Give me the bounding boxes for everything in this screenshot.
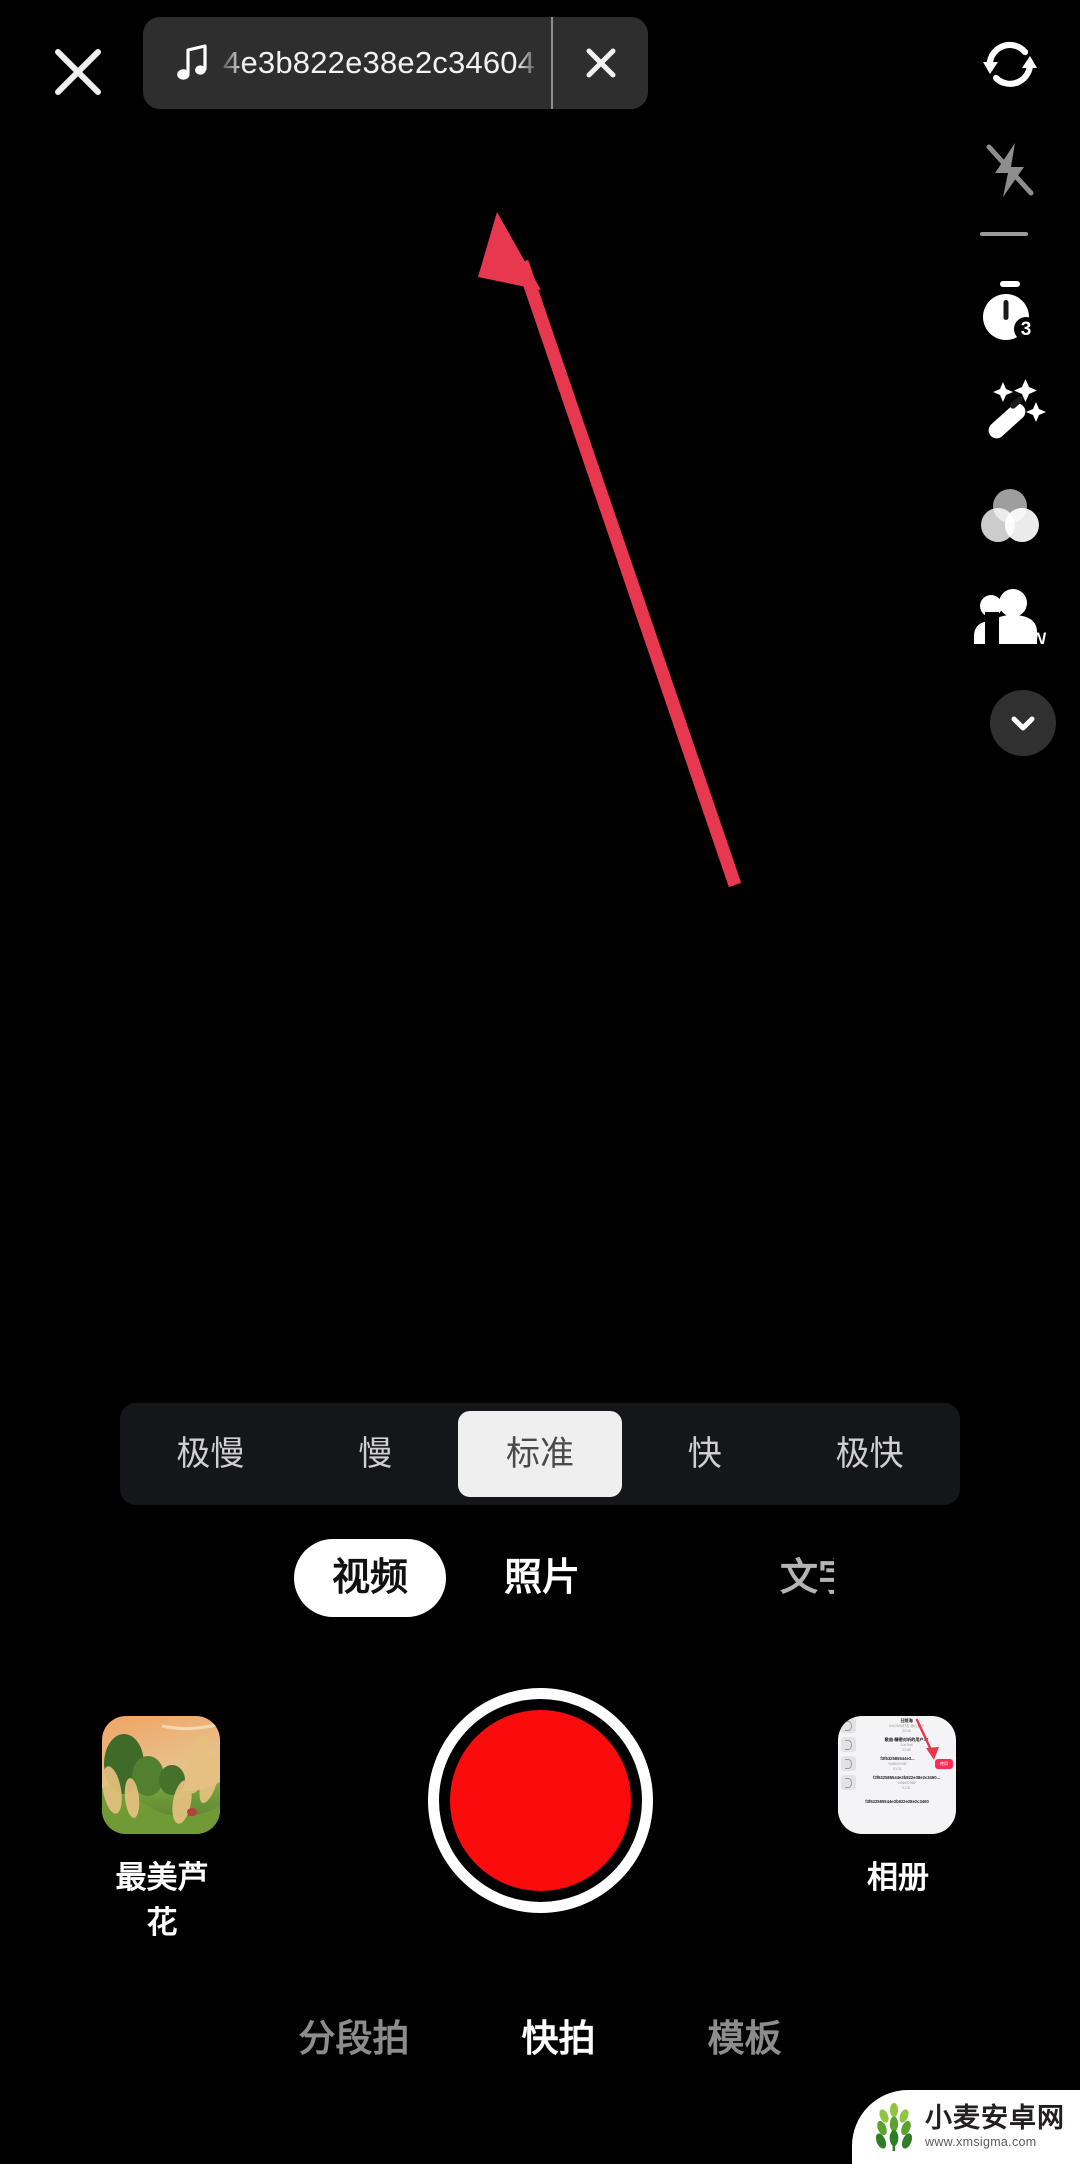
nav-template[interactable]: 模板 <box>708 2008 782 2062</box>
people-icon: ON <box>974 589 1046 648</box>
camera-flip-icon <box>983 41 1037 87</box>
music-clear-button[interactable] <box>553 17 648 109</box>
wheat-logo-icon <box>875 2103 913 2151</box>
album-label: 相册 <box>867 1860 929 1895</box>
effect-thumbnail <box>102 1716 220 1834</box>
bottom-nav: 分段拍 快拍 模板 <box>0 1995 1080 2075</box>
list-item: 日照海 KAIGMM打击·静心音乐 03:46 <box>838 1716 956 1735</box>
list-item: f3f632585544e3b822e38e2c3460 <box>838 1792 956 1811</box>
record-core <box>450 1710 631 1891</box>
mini-time: 01:31 <box>893 1766 902 1771</box>
mini-cover <box>841 1756 856 1771</box>
nav-quick-shoot[interactable]: 快拍 <box>522 2008 596 2062</box>
svg-text:3: 3 <box>1021 319 1032 340</box>
effect-label: 最美芦花 <box>115 1860 209 1940</box>
speed-option-standard[interactable]: 标准 <box>457 1411 623 1497</box>
speed-option-fast[interactable]: 快 <box>622 1411 787 1497</box>
watermark: 小麦安卓网 www.xmsigma.com <box>852 2090 1080 2164</box>
mini-title: f3f632585544e3b822e38e2c3460 <box>865 1798 929 1804</box>
close-button[interactable] <box>28 22 128 122</box>
magic-wand-icon <box>988 379 1046 439</box>
list-item: 歌曲-精密对听的用户17 SunTest 01:49 <box>838 1735 956 1754</box>
music-title-area[interactable]: 4e3b822e38e2c34604 <box>143 17 551 109</box>
speed-selector[interactable]: 极慢 慢 标准 快 极快 <box>120 1403 960 1505</box>
music-title: 4e3b822e38e2c34604 <box>223 45 536 80</box>
filter-circles-icon <box>981 489 1039 542</box>
music-note-icon <box>177 44 207 80</box>
mini-time: 01:31 <box>902 1785 911 1790</box>
tool-beauty[interactable] <box>940 355 1080 465</box>
mini-time: 01:49 <box>902 1747 911 1752</box>
mini-cover <box>841 1737 856 1752</box>
music-selector-pill[interactable]: 4e3b822e38e2c34604 <box>143 17 648 109</box>
tab-photo[interactable]: 照片 <box>474 1539 610 1617</box>
tool-flip-camera[interactable] <box>940 10 1080 120</box>
list-item: f3f632585544e3b822e38e2c3460... *U#$#!D%… <box>838 1773 956 1792</box>
effect-button[interactable]: 最美芦花 <box>102 1716 222 1942</box>
tool-friends-on[interactable]: ON <box>940 565 1080 675</box>
mini-use-button: 使用 <box>935 1758 953 1769</box>
mini-title: f3f632585544e3b822e38e2c3460... <box>872 1774 941 1780</box>
tool-timer[interactable]: 3 <box>940 258 1080 368</box>
camera-screen: 4e3b822e38e2c34604 3 ON 极慢 慢 标准 快 极快 视频 … <box>0 0 1080 2164</box>
mode-tabs: 视频 照片 文字 <box>0 1532 1080 1624</box>
tab-text[interactable]: 文字 <box>780 1539 834 1617</box>
svg-text:ON: ON <box>1020 629 1046 648</box>
mini-cover <box>841 1718 856 1733</box>
record-button[interactable] <box>428 1688 653 1913</box>
close-icon <box>55 49 101 95</box>
tool-more-toggle[interactable] <box>990 690 1056 756</box>
nav-segment-shoot[interactable]: 分段拍 <box>299 2008 410 2062</box>
tool-flash[interactable] <box>940 115 1080 225</box>
watermark-url: www.xmsigma.com <box>925 2135 1037 2150</box>
flash-off-icon <box>986 143 1034 197</box>
timer-icon: 3 <box>983 281 1038 341</box>
speed-option-very-slow[interactable]: 极慢 <box>128 1411 293 1497</box>
tab-video[interactable]: 视频 <box>294 1539 447 1617</box>
close-icon <box>586 48 615 78</box>
reed-landscape-icon <box>102 1716 220 1834</box>
speed-option-very-fast[interactable]: 极快 <box>787 1411 952 1497</box>
album-thumbnail: 日照海 KAIGMM打击·静心音乐 03:46 歌曲-精密对听的用户17 Sun… <box>838 1716 956 1834</box>
tool-divider <box>980 232 1028 236</box>
list-item: f3f632585544e3... *U#$#!D%$F 01:31 使用 <box>838 1754 956 1773</box>
chevron-down-icon <box>1011 716 1035 731</box>
mini-time: 03:46 <box>902 1728 911 1733</box>
speed-option-slow[interactable]: 慢 <box>293 1411 458 1497</box>
mini-cover <box>841 1775 856 1790</box>
watermark-title: 小麦安卓网 <box>925 2103 1065 2134</box>
tool-filter[interactable] <box>940 460 1080 570</box>
album-button[interactable]: 日照海 KAIGMM打击·静心音乐 03:46 歌曲-精密对听的用户17 Sun… <box>838 1716 958 1897</box>
